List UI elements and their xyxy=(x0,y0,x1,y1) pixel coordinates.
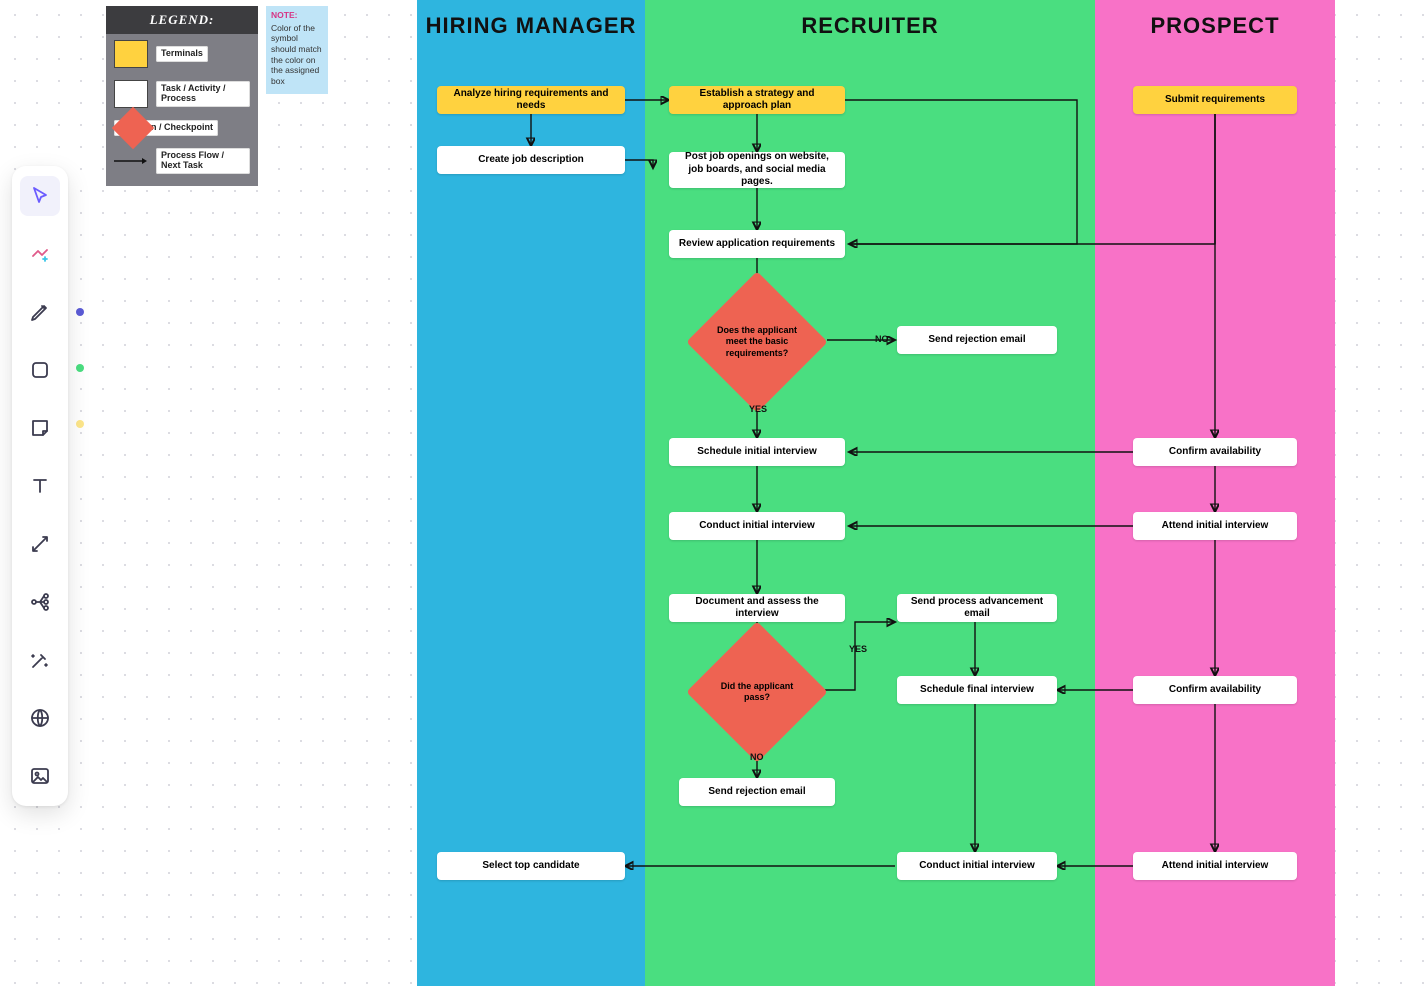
node-text: Conduct initial interview xyxy=(919,860,1035,873)
node-text: Establish a strategy and approach plan xyxy=(677,88,837,113)
node-text: Create job description xyxy=(478,154,584,167)
node-text: Conduct initial interview xyxy=(699,520,815,533)
node-text: Confirm availability xyxy=(1169,446,1261,459)
note-sticky[interactable]: NOTE: Color of the symbol should match t… xyxy=(266,6,328,94)
task-swatch xyxy=(114,80,148,108)
legend-row-terminals: Terminals xyxy=(106,34,258,74)
tool-text[interactable] xyxy=(20,466,60,506)
legend-panel[interactable]: LEGEND: Terminals Task / Activity / Proc… xyxy=(106,6,258,186)
edge-label-no1: NO xyxy=(875,334,889,344)
edge-label-yes2: YES xyxy=(849,644,867,654)
legend-row-flow: Process Flow / Next Task xyxy=(106,142,258,180)
node-hm-analyze[interactable]: Analyze hiring requirements and needs xyxy=(437,86,625,114)
node-text: Schedule final interview xyxy=(920,684,1034,697)
node-text: Review application requirements xyxy=(679,238,835,251)
swimlanes: HIRING MANAGER RECRUITER PROSPECT xyxy=(417,0,1426,986)
legend-row-task: Task / Activity / Process xyxy=(106,74,258,114)
node-hm-jobdesc[interactable]: Create job description xyxy=(437,146,625,174)
node-hm-select[interactable]: Select top candidate xyxy=(437,852,625,880)
shape-color-indicator xyxy=(76,364,84,372)
node-text: Analyze hiring requirements and needs xyxy=(445,88,617,113)
node-text: Document and assess the interview xyxy=(677,596,837,621)
legend-label: Terminals xyxy=(156,46,208,62)
tool-sticky[interactable] xyxy=(20,408,60,448)
tool-select[interactable] xyxy=(20,176,60,216)
node-rc-assess[interactable]: Document and assess the interview xyxy=(669,594,845,622)
sticky-note-icon xyxy=(28,416,52,440)
node-rc-post[interactable]: Post job openings on website, job boards… xyxy=(669,152,845,188)
left-toolbar xyxy=(12,166,68,806)
tool-connector[interactable] xyxy=(20,524,60,564)
node-rc-conductfinal[interactable]: Conduct initial interview xyxy=(897,852,1057,880)
tool-shape[interactable] xyxy=(20,350,60,390)
node-text: Send rejection email xyxy=(708,786,805,799)
cursor-icon xyxy=(28,184,52,208)
node-pr-attend1[interactable]: Attend initial interview xyxy=(1133,512,1297,540)
node-rc-sched1[interactable]: Schedule initial interview xyxy=(669,438,845,466)
node-text: Select top candidate xyxy=(482,860,579,873)
sticky-color-indicator xyxy=(76,420,84,428)
node-rc-strategy[interactable]: Establish a strategy and approach plan xyxy=(669,86,845,114)
lane-recruiter[interactable]: RECRUITER xyxy=(645,0,1095,986)
node-text: Does the applicant meet the basic requir… xyxy=(687,272,827,412)
node-pr-attend2[interactable]: Attend initial interview xyxy=(1133,852,1297,880)
node-text: Submit requirements xyxy=(1165,94,1265,107)
node-pr-confirm1[interactable]: Confirm availability xyxy=(1133,438,1297,466)
node-text: Attend initial interview xyxy=(1162,520,1269,533)
node-pr-submit[interactable]: Submit requirements xyxy=(1133,86,1297,114)
image-icon xyxy=(28,764,52,788)
edge-label-no2: NO xyxy=(750,752,764,762)
node-text: Confirm availability xyxy=(1169,684,1261,697)
terminal-swatch xyxy=(114,40,148,68)
node-pr-confirm2[interactable]: Confirm availability xyxy=(1133,676,1297,704)
node-rc-decision2[interactable]: Did the applicant pass? xyxy=(687,622,827,762)
node-rc-review[interactable]: Review application requirements xyxy=(669,230,845,258)
legend-label: Task / Activity / Process xyxy=(156,81,250,107)
node-rc-reject1[interactable]: Send rejection email xyxy=(897,326,1057,354)
legend-label: Process Flow / Next Task xyxy=(156,148,250,174)
node-rc-decision1[interactable]: Does the applicant meet the basic requir… xyxy=(687,272,827,412)
text-icon xyxy=(28,474,52,498)
node-rc-conduct1[interactable]: Conduct initial interview xyxy=(669,512,845,540)
tool-magic[interactable] xyxy=(20,640,60,680)
square-icon xyxy=(28,358,52,382)
node-rc-reject2[interactable]: Send rejection email xyxy=(679,778,835,806)
note-title: NOTE: xyxy=(271,10,323,21)
pen-icon xyxy=(28,300,52,324)
note-body: Color of the symbol should match the col… xyxy=(271,23,323,87)
lane-title-prospect: PROSPECT xyxy=(1095,0,1335,37)
node-text: Attend initial interview xyxy=(1162,860,1269,873)
legend-title: LEGEND: xyxy=(106,6,258,34)
node-rc-schedfinal[interactable]: Schedule final interview xyxy=(897,676,1057,704)
globe-icon xyxy=(28,706,52,730)
node-text: Send process advancement email xyxy=(905,596,1049,621)
tool-image[interactable] xyxy=(20,756,60,796)
tool-mindmap[interactable] xyxy=(20,582,60,622)
flow-swatch xyxy=(114,154,148,168)
node-text: Did the applicant pass? xyxy=(687,622,827,762)
tool-ai[interactable] xyxy=(20,234,60,274)
lane-title-recruiter: RECRUITER xyxy=(645,0,1095,37)
legend-row-decision: Decision / Checkpoint xyxy=(106,114,258,142)
lane-prospect[interactable]: PROSPECT xyxy=(1095,0,1335,986)
edge-label-yes1: YES xyxy=(749,404,767,414)
node-text: Schedule initial interview xyxy=(697,446,816,459)
tool-embed[interactable] xyxy=(20,698,60,738)
node-text: Post job openings on website, job boards… xyxy=(677,151,837,189)
ai-sparkle-icon xyxy=(28,242,52,266)
tool-draw[interactable] xyxy=(20,292,60,332)
magic-wand-icon xyxy=(28,648,52,672)
node-rc-advance[interactable]: Send process advancement email xyxy=(897,594,1057,622)
mindmap-icon xyxy=(28,590,52,614)
draw-color-indicator xyxy=(76,308,84,316)
lane-title-hiring-manager: HIRING MANAGER xyxy=(417,0,645,37)
connector-icon xyxy=(28,532,52,556)
node-text: Send rejection email xyxy=(928,334,1025,347)
